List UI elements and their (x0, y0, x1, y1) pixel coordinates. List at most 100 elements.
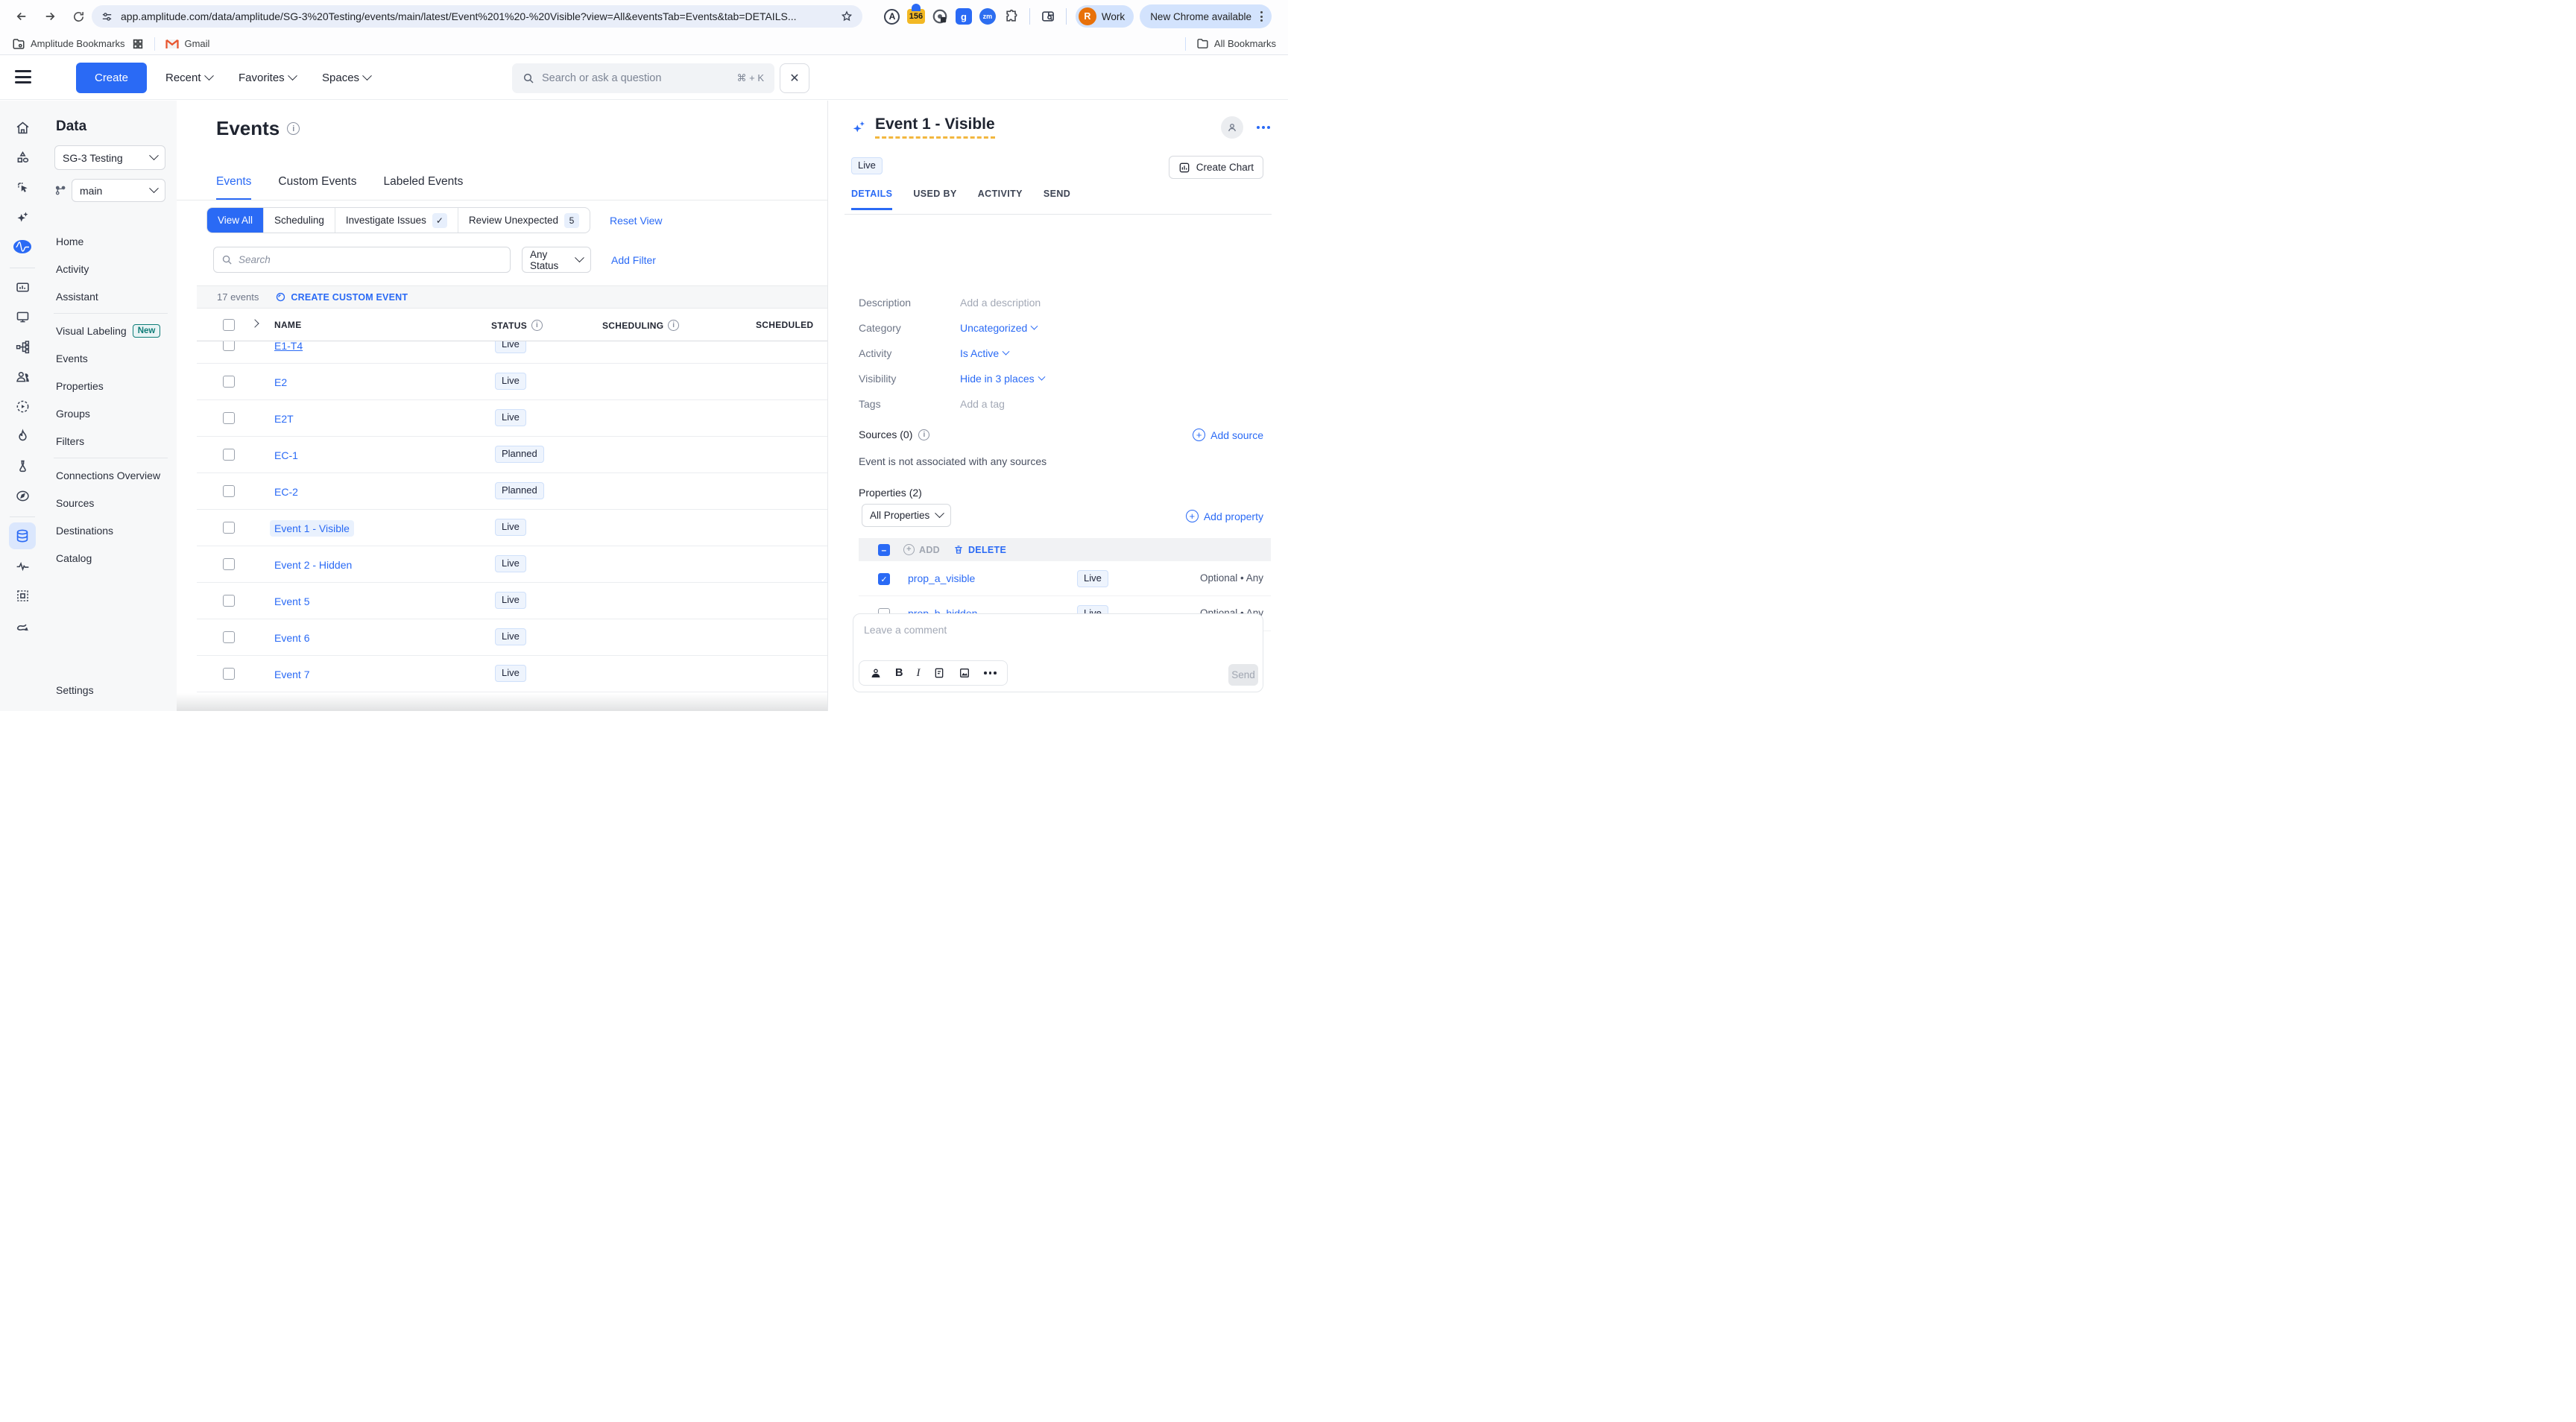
event-link[interactable]: EC-2 (270, 484, 303, 500)
bookmark-star-icon[interactable] (840, 10, 853, 23)
menu-recent[interactable]: Recent (165, 56, 212, 100)
dashboards-icon[interactable] (9, 274, 36, 300)
apps-grid-icon[interactable] (132, 38, 144, 50)
bookmark-folder-amplitude[interactable]: Amplitude Bookmarks (12, 37, 124, 51)
category-select[interactable]: Uncategorized (960, 322, 1037, 334)
hamburger-menu-icon[interactable] (15, 70, 31, 83)
tab-search-icon[interactable] (1039, 7, 1057, 25)
menu-spaces[interactable]: Spaces (322, 56, 370, 100)
sidebar-item-filters[interactable]: Filters (45, 427, 177, 455)
property-link[interactable]: prop_a_visible (908, 572, 975, 584)
column-scheduled[interactable]: SCHEDULED (756, 320, 813, 330)
property-checkbox[interactable] (878, 573, 890, 585)
all-bookmarks[interactable]: All Bookmarks (1196, 37, 1276, 50)
sidebar-item-sources[interactable]: Sources (45, 489, 177, 516)
sidebar-item-connections-overview[interactable]: Connections Overview (45, 461, 177, 489)
row-checkbox[interactable] (223, 341, 235, 351)
visibility-select[interactable]: Hide in 3 places (960, 373, 1044, 385)
table-row[interactable]: Event 2 - Hidden Live (197, 546, 827, 583)
activation-icon[interactable] (9, 423, 36, 449)
property-row[interactable]: prop_a_visible Live Optional • Any (859, 561, 1271, 596)
create-chart-button[interactable]: Create Chart (1169, 156, 1263, 179)
column-status[interactable]: STATUSi (491, 320, 543, 331)
screens-icon[interactable] (9, 303, 36, 330)
event-link[interactable]: Event 1 - Visible (270, 520, 354, 537)
table-row[interactable]: Event 5 Live (197, 583, 827, 619)
flows-icon[interactable] (9, 333, 36, 360)
tab-details[interactable]: DETAILS (851, 189, 892, 210)
tab-events[interactable]: Events (216, 175, 251, 200)
italic-button[interactable]: I (916, 667, 920, 680)
sidebar-item-events[interactable]: Events (45, 344, 177, 372)
activity-select[interactable]: Is Active (960, 347, 1008, 359)
more-menu-icon[interactable] (1257, 126, 1270, 129)
mention-user-icon[interactable] (870, 667, 882, 679)
session-replay-icon[interactable] (9, 393, 36, 420)
a-extension-icon[interactable]: A (883, 7, 901, 25)
global-search-input[interactable] (542, 72, 730, 84)
event-link[interactable]: E2T (270, 411, 298, 427)
status-filter-select[interactable]: Any Status (522, 247, 591, 273)
bulk-delete-button[interactable]: DELETE (953, 544, 1006, 555)
table-row[interactable]: E2T Live (197, 400, 827, 437)
home-icon[interactable] (9, 114, 36, 141)
create-custom-event-link[interactable]: CREATE CUSTOM EVENT (275, 291, 408, 303)
segment-scheduling[interactable]: Scheduling (264, 208, 335, 233)
column-name[interactable]: NAME (274, 320, 302, 330)
row-checkbox[interactable] (223, 631, 235, 643)
table-row[interactable]: Event 7 Live (197, 656, 827, 692)
sidebar-item-properties[interactable]: Properties (45, 372, 177, 399)
event-link[interactable]: E1-T4 (270, 341, 307, 354)
zoom-extension-icon[interactable]: zm (979, 7, 997, 25)
sidebar-item-visual-labeling[interactable]: Visual LabelingNew (45, 317, 177, 344)
tags-field[interactable]: Add a tag (960, 398, 1005, 410)
row-checkbox[interactable] (223, 668, 235, 680)
table-row[interactable]: EC-1 Planned (197, 437, 827, 473)
table-row[interactable]: EC-2 Planned (197, 473, 827, 510)
close-search-button[interactable]: ✕ (780, 63, 809, 93)
event-link[interactable]: Event 6 (270, 630, 314, 646)
row-checkbox[interactable] (223, 449, 235, 461)
row-checkbox[interactable] (223, 412, 235, 424)
password-extension-icon[interactable]: 156 (907, 7, 925, 25)
ai-sparkles-icon[interactable] (9, 203, 36, 230)
bulk-add-button[interactable]: +ADD (903, 544, 940, 555)
profile-chip[interactable]: R Work (1076, 5, 1134, 28)
segment-view-all[interactable]: View All (207, 208, 264, 233)
grammarly-extension-icon[interactable]: g (955, 7, 973, 25)
table-search[interactable] (213, 247, 511, 273)
row-checkbox[interactable] (223, 376, 235, 388)
event-link[interactable]: E2 (270, 374, 291, 391)
onepassword-extension-icon[interactable] (931, 7, 949, 25)
chrome-menu-icon[interactable] (1257, 8, 1266, 25)
experiment-icon[interactable] (9, 452, 36, 479)
reset-view-link[interactable]: Reset View (610, 215, 663, 227)
segment-investigate-issues[interactable]: Investigate Issues✓ (335, 208, 458, 233)
comment-box[interactable]: Leave a comment B I Send (853, 613, 1263, 692)
sidebar-item-activity[interactable]: Activity (45, 255, 177, 282)
row-checkbox[interactable] (223, 522, 235, 534)
back-button[interactable] (10, 5, 33, 28)
frame-icon[interactable] (9, 582, 36, 609)
tab-custom-events[interactable]: Custom Events (278, 175, 356, 200)
url-bar[interactable]: app.amplitude.com/data/amplitude/SG-3%20… (92, 5, 862, 28)
signals-icon[interactable] (9, 552, 36, 579)
send-button[interactable]: Send (1228, 664, 1258, 686)
add-filter-link[interactable]: Add Filter (611, 254, 656, 266)
event-link[interactable]: Event 5 (270, 593, 314, 610)
audiences-icon[interactable] (9, 363, 36, 390)
row-checkbox[interactable] (223, 595, 235, 607)
row-checkbox[interactable] (223, 485, 235, 497)
table-row-selected[interactable]: Event 1 - Visible Live (197, 510, 827, 546)
sidebar-item-catalog[interactable]: Catalog (45, 544, 177, 572)
expand-chevron-icon[interactable] (250, 319, 259, 327)
event-link[interactable]: EC-1 (270, 447, 303, 464)
site-controls-icon[interactable] (101, 10, 113, 23)
more-formatting-icon[interactable] (984, 672, 997, 674)
discover-icon[interactable] (9, 482, 36, 509)
image-icon[interactable] (959, 667, 970, 679)
select-all-checkbox[interactable] (223, 319, 235, 331)
tab-activity[interactable]: ACTIVITY (978, 189, 1023, 210)
ai-sparkle-icon[interactable] (851, 119, 868, 136)
global-search[interactable]: ⌘ + K (512, 63, 774, 93)
